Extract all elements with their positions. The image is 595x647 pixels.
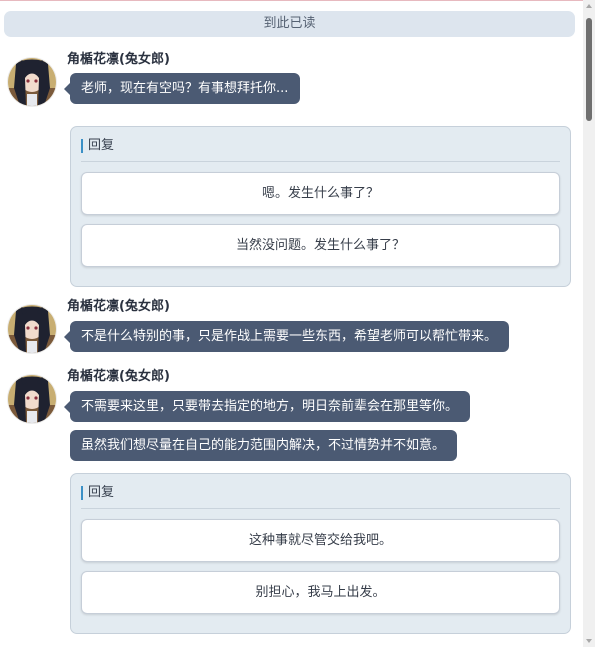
reply-panel: 回复 这种事就尽管交给我吧。 别担心，我马上出发。 — [70, 473, 571, 634]
sender-name: 角楯花凛(兔女郎) — [67, 52, 170, 67]
avatar[interactable] — [8, 375, 56, 423]
read-marker: 到此已读 — [4, 11, 575, 37]
reply-header: 回复 — [81, 484, 560, 509]
accent-bar — [81, 486, 83, 500]
message-bubble: 不是什么特别的事，只是作战上需要一些东西，希望老师可以帮忙带来。 — [63, 321, 510, 352]
top-border — [0, 0, 595, 1]
reply-label: 回复 — [88, 485, 115, 500]
character-portrait-icon — [8, 375, 56, 423]
character-portrait-icon — [8, 58, 56, 106]
scroll-thumb[interactable] — [586, 18, 592, 121]
message-bubble: 老师，现在有空吗？有事想拜托你... — [63, 73, 301, 104]
reply-option-button[interactable]: 这种事就尽管交给我吧。 — [81, 519, 560, 562]
sender-name: 角楯花凛(兔女郎) — [67, 299, 170, 314]
sender-name: 角楯花凛(兔女郎) — [67, 369, 170, 384]
message-bubble: 不需要来这里，只要带去指定的地方，明日奈前辈会在那里等你。 — [63, 391, 471, 422]
avatar[interactable] — [8, 305, 56, 353]
reply-option-button[interactable]: 嗯。发生什么事了？ — [81, 172, 560, 215]
scroll-up-icon[interactable] — [586, 4, 592, 8]
reply-option-button[interactable]: 别担心，我马上出发。 — [81, 571, 560, 614]
reply-label: 回复 — [88, 138, 115, 153]
chat-window: 到此已读 角楯花凛(兔女郎) 老师，现在有空吗？有事想拜托你... 回复 嗯。发… — [0, 0, 595, 647]
reply-panel: 回复 嗯。发生什么事了？ 当然没问题。发生什么事了？ — [70, 126, 571, 287]
accent-bar — [81, 139, 83, 153]
character-portrait-icon — [8, 305, 56, 353]
message-bubble: 虽然我们想尽量在自己的能力范围内解决，不过情势并不如意。 — [70, 430, 458, 461]
reply-header: 回复 — [81, 137, 560, 162]
vertical-scrollbar[interactable] — [583, 0, 595, 647]
scroll-down-icon[interactable] — [586, 639, 592, 643]
reply-option-button[interactable]: 当然没问题。发生什么事了？ — [81, 224, 560, 267]
avatar[interactable] — [8, 58, 56, 106]
